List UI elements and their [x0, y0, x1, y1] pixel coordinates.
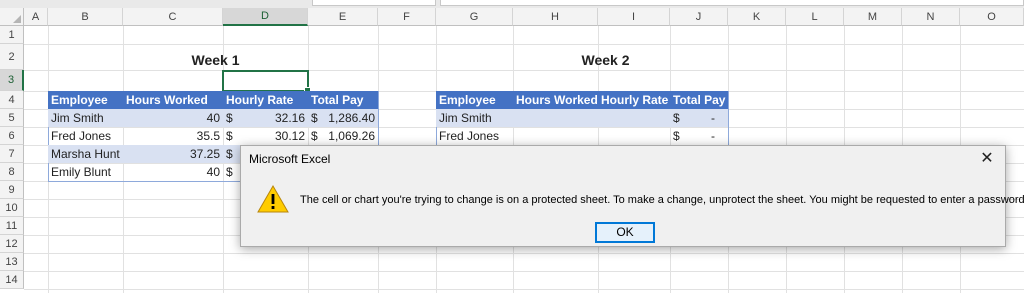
column-header-g[interactable]: G	[436, 8, 513, 26]
row-header-2[interactable]: 2	[0, 44, 24, 70]
close-icon[interactable]: ✕	[977, 149, 997, 169]
week1-pay-cell[interactable]: 1,069.26	[322, 127, 378, 145]
week2-header-hours[interactable]: Hours Worked	[513, 91, 598, 109]
warning-icon	[257, 184, 289, 213]
row-header-1[interactable]: 1	[0, 26, 24, 44]
row-header-4[interactable]: 4	[0, 91, 24, 109]
gridline	[24, 289, 1024, 290]
week2-header-employee[interactable]: Employee	[436, 91, 513, 109]
gridline	[24, 70, 1024, 71]
row-header-3[interactable]: 3	[0, 70, 24, 91]
week1-title: Week 1	[191, 52, 240, 68]
week1-hours-cell[interactable]: 40	[123, 163, 223, 181]
week2-pay-cell[interactable]: -	[688, 127, 718, 145]
formula-bar-strip	[0, 0, 1024, 8]
gridline	[24, 44, 1024, 45]
week2-pay-cell[interactable]: -	[688, 109, 718, 127]
column-header-l[interactable]: L	[786, 8, 844, 26]
column-header-m[interactable]: M	[844, 8, 902, 26]
week1-hours-cell[interactable]: 35.5	[123, 127, 223, 145]
row-header-5[interactable]: 5	[0, 109, 24, 127]
row-header-9[interactable]: 9	[0, 181, 24, 199]
protected-sheet-dialog: Microsoft Excel ✕ The cell or chart you'…	[240, 145, 1024, 247]
column-header-k[interactable]: K	[728, 8, 786, 26]
week1-employee-cell[interactable]: Emily Blunt	[48, 163, 123, 181]
week1-header-total[interactable]: Total Pay	[308, 91, 378, 109]
week1-hours-cell[interactable]: 40	[123, 109, 223, 127]
week2-employee-cell[interactable]: Fred Jones	[436, 127, 513, 145]
active-cell-selection[interactable]	[222, 70, 311, 94]
week1-table-header: Employee Hours Worked Hourly Rate Total …	[48, 91, 378, 109]
gridline	[24, 271, 1024, 272]
week1-header-employee[interactable]: Employee	[48, 91, 123, 109]
week1-rate-cell[interactable]: 32.16	[243, 109, 308, 127]
row-header-14[interactable]: 14	[0, 271, 24, 289]
dialog-body: The cell or chart you're trying to chang…	[241, 174, 1024, 246]
column-header-n[interactable]: N	[902, 8, 960, 26]
row-header-8[interactable]: 8	[0, 163, 24, 181]
row-header-11[interactable]: 11	[0, 217, 24, 235]
week1-rate-currency: $	[226, 129, 233, 143]
row-header-12[interactable]: 12	[0, 235, 24, 253]
week2-header-rate[interactable]: Hourly Rate	[598, 91, 670, 109]
week1-pay-cell[interactable]: 1,286.40	[322, 109, 378, 127]
row-header-6[interactable]: 6	[0, 127, 24, 145]
column-header-b[interactable]: B	[48, 8, 123, 26]
column-header-d[interactable]: D	[223, 8, 308, 26]
row-header-13[interactable]: 13	[0, 253, 24, 271]
week2-title: Week 2	[581, 52, 630, 68]
gridline	[24, 253, 1024, 254]
week1-rate-currency: $	[226, 111, 233, 125]
dialog-title: Microsoft Excel	[249, 152, 331, 166]
ok-button[interactable]: OK	[595, 222, 655, 243]
week2-employee-cell[interactable]: Jim Smith	[436, 109, 513, 127]
column-header-c[interactable]: C	[123, 8, 223, 26]
week1-employee-cell[interactable]: Fred Jones	[48, 127, 123, 145]
week2-pay-currency: $	[673, 129, 680, 143]
column-header-o[interactable]: O	[960, 8, 1024, 26]
week1-header-hours[interactable]: Hours Worked	[123, 91, 223, 109]
week1-header-rate[interactable]: Hourly Rate	[223, 91, 308, 109]
week2-header-total[interactable]: Total Pay	[670, 91, 728, 109]
column-header-i[interactable]: I	[598, 8, 670, 26]
column-header-e[interactable]: E	[308, 8, 378, 26]
name-box-edge	[312, 0, 436, 6]
column-header-h[interactable]: H	[513, 8, 598, 26]
week2-pay-currency: $	[673, 111, 680, 125]
row-header-7[interactable]: 7	[0, 145, 24, 163]
column-header-j[interactable]: J	[670, 8, 728, 26]
formula-input-edge	[440, 0, 1024, 6]
week1-hours-cell[interactable]: 37.25	[123, 145, 223, 163]
week1-employee-cell[interactable]: Jim Smith	[48, 109, 123, 127]
dialog-message: The cell or chart you're trying to chang…	[300, 194, 1024, 206]
select-all-button[interactable]	[0, 8, 24, 26]
column-header-a[interactable]: A	[24, 8, 48, 26]
row-header-10[interactable]: 10	[0, 199, 24, 217]
week2-table-header: Employee Hours Worked Hourly Rate Total …	[436, 91, 728, 109]
week1-rate-cell[interactable]: 30.12	[243, 127, 308, 145]
column-header-f[interactable]: F	[378, 8, 436, 26]
week1-employee-cell[interactable]: Marsha Hunt	[48, 145, 123, 163]
